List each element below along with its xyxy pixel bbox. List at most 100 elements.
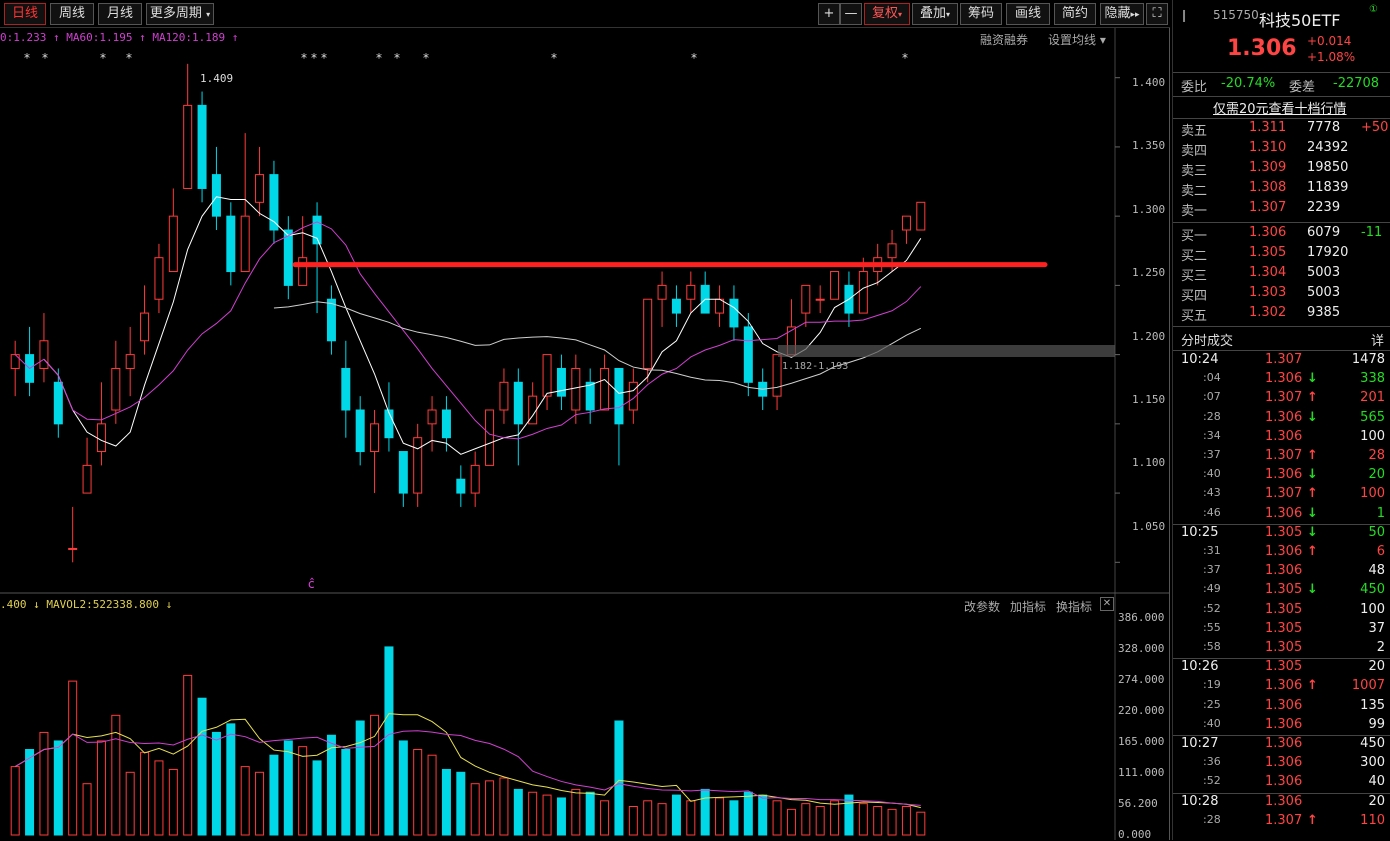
candle-body	[542, 354, 552, 397]
price-pct: +1.08%	[1307, 50, 1356, 64]
level-volume: 19850	[1307, 160, 1349, 175]
ticks-detail-button[interactable]: 详	[1371, 330, 1384, 349]
tick-time: 10:26	[1181, 659, 1219, 675]
candle-body	[283, 229, 293, 286]
level-volume: 7778	[1307, 120, 1341, 135]
tick-row: :55 1.305 37	[1173, 621, 1390, 640]
volume-bar	[370, 714, 380, 836]
tick-price: 1.307	[1265, 486, 1303, 502]
level-volume: 9385	[1307, 305, 1341, 320]
tick-arrow-icon: ↑	[1307, 678, 1318, 694]
tick-row: 10:25 1.305 ↓ 50	[1173, 525, 1390, 544]
level10-promo[interactable]: 仅需20元查看十档行情	[1173, 98, 1390, 118]
tick-time: :04	[1203, 371, 1221, 385]
event-star-icon: *	[301, 51, 307, 65]
volume-bar	[39, 731, 49, 836]
info-icon[interactable]: ①	[1369, 4, 1378, 15]
sell-level-row: 卖三 1.309 19850	[1173, 160, 1390, 180]
candle-body	[398, 451, 408, 494]
tick-price: 1.305	[1265, 582, 1303, 598]
tick-price: 1.306	[1265, 371, 1303, 387]
tick-arrow-icon: ↑	[1307, 812, 1318, 828]
tick-row: :28 1.307 ↑ 110	[1173, 813, 1390, 832]
volume-bar	[628, 806, 638, 836]
event-marker: ĉ	[308, 577, 315, 591]
volume-bar	[341, 749, 351, 836]
tick-row: 10:26 1.305 20	[1173, 659, 1390, 678]
event-star-icon: *	[321, 51, 327, 65]
candle-body	[326, 298, 336, 342]
volume-bar	[154, 760, 164, 836]
level-label: 卖四	[1181, 144, 1208, 159]
tick-row: :37 1.306 48	[1173, 563, 1390, 582]
tick-price: 1.306	[1265, 736, 1303, 751]
volume-bar	[269, 754, 279, 836]
candle-body	[600, 367, 610, 411]
tick-row: :43 1.307 ↑ 100	[1173, 486, 1390, 505]
tick-volume: 20	[1368, 793, 1385, 809]
tick-row: 10:28 1.306 20	[1173, 794, 1390, 813]
tick-time: :46	[1203, 505, 1221, 519]
tick-row: :52 1.305 100	[1173, 602, 1390, 621]
level-label: 卖一	[1181, 204, 1208, 219]
level-label: 卖二	[1181, 184, 1208, 199]
volume-bar	[183, 674, 193, 836]
volume-bar	[427, 754, 437, 836]
level-label: 买二	[1181, 249, 1208, 264]
tick-price: 1.306	[1265, 428, 1303, 444]
kline-chart[interactable]: 1.409 1.182-1.193 ĉ * * * * * * * * * * * * *	[0, 0, 1170, 840]
event-star-icon: *	[24, 51, 30, 65]
volume-bar	[686, 800, 696, 836]
event-star-icon: *	[394, 51, 400, 65]
tick-volume: 1478	[1351, 352, 1385, 367]
tick-row: 10:24 1.307 1478	[1173, 352, 1390, 371]
tick-volume: 100	[1360, 601, 1385, 617]
tick-time: :55	[1203, 620, 1221, 634]
candle-body	[671, 298, 681, 314]
event-star-icon: *	[311, 51, 317, 65]
volume-ma10-line	[14, 730, 921, 806]
tick-row: :52 1.306 40	[1173, 774, 1390, 793]
candle-body	[858, 271, 868, 314]
tick-time: :07	[1203, 390, 1221, 404]
volume-bar	[441, 768, 451, 836]
sell-level-row: 卖一 1.307 2239	[1173, 200, 1390, 220]
candle-body	[183, 104, 193, 189]
tick-time: :58	[1203, 640, 1221, 653]
tick-price: 1.307	[1265, 448, 1303, 463]
tick-time: :40	[1203, 467, 1221, 481]
tick-row: :36 1.306 300	[1173, 755, 1390, 774]
candle-body	[470, 464, 480, 494]
candle-body	[168, 215, 178, 273]
volume-bar	[470, 783, 480, 836]
tick-arrow-icon: ↓	[1307, 409, 1318, 425]
collapse-icon[interactable]: ❙	[1179, 8, 1189, 22]
tick-time: :37	[1203, 448, 1221, 461]
level-price: 1.305	[1249, 245, 1287, 260]
level-volume: 6079	[1307, 225, 1341, 240]
weibi-label: 委比	[1181, 80, 1208, 95]
tick-volume: 20	[1368, 467, 1385, 483]
volume-bar	[772, 800, 782, 836]
tick-row: :40 1.306 ↓ 20	[1173, 467, 1390, 486]
tick-row: :07 1.307 ↑ 201	[1173, 390, 1390, 409]
candle-body	[743, 326, 753, 383]
candle-body	[571, 367, 581, 411]
tick-price: 1.306	[1265, 774, 1303, 790]
level-label: 买三	[1181, 269, 1208, 284]
stock-name: 科技50ETF	[1259, 11, 1341, 30]
sell-level-row: 卖四 1.310 24392	[1173, 140, 1390, 160]
level-volume: 17920	[1307, 245, 1349, 260]
high-annotation: 1.409	[200, 72, 233, 85]
volume-bar	[255, 771, 265, 836]
volume-bar	[758, 794, 768, 836]
tick-arrow-icon: ↓	[1307, 371, 1318, 387]
weibi-value: -20.74%	[1221, 76, 1276, 91]
candle-body	[370, 423, 380, 453]
tick-volume: 565	[1360, 409, 1385, 425]
tick-row: :37 1.307 ↑ 28	[1173, 448, 1390, 467]
level-price: 1.304	[1249, 265, 1287, 280]
volume-bar	[485, 780, 495, 836]
tick-volume: 40	[1368, 774, 1385, 790]
candle-body	[255, 174, 265, 203]
